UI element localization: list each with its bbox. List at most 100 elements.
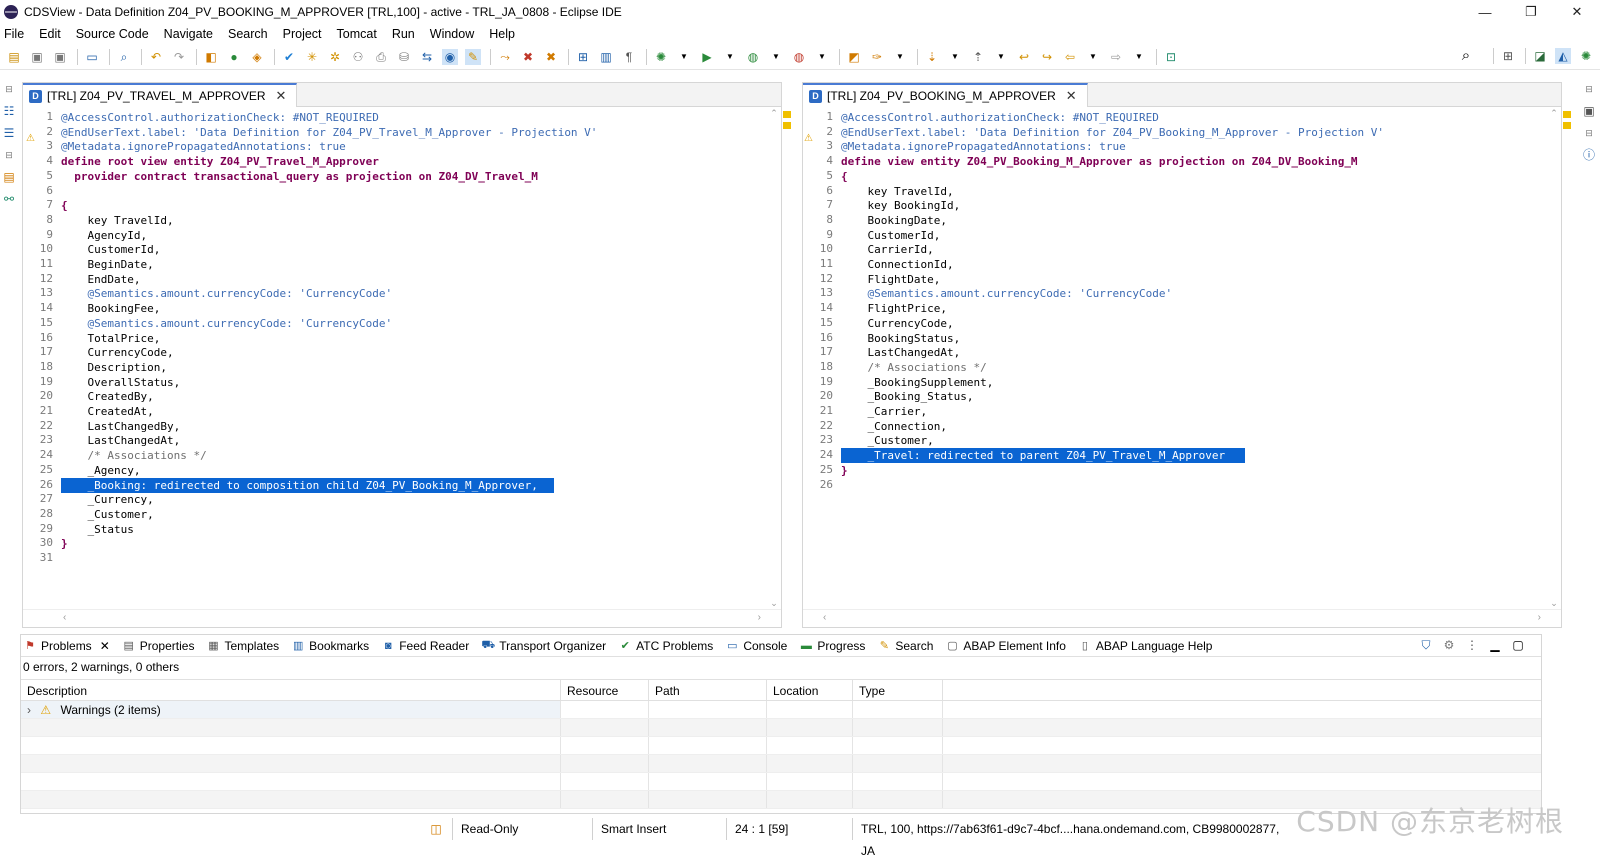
coverage-icon[interactable]: ◍ — [745, 49, 761, 65]
warning-icon[interactable]: ⚠ — [804, 133, 813, 144]
code-line[interactable]: define view entity Z04_PV_Booking_M_Appr… — [841, 154, 1358, 169]
col-location[interactable]: Location — [767, 680, 853, 700]
tab-bookmarks[interactable]: ▥ Bookmarks — [291, 635, 369, 657]
code-line[interactable]: @Semantics.amount.currencyCode: 'Currenc… — [61, 316, 392, 331]
warning-marker[interactable] — [1563, 111, 1571, 118]
filter-icon[interactable]: ⛉ — [1418, 637, 1434, 653]
code-line[interactable]: LastChangedAt, — [61, 433, 180, 448]
code-line[interactable]: key TravelId, — [841, 184, 953, 199]
code-line[interactable]: _Currency, — [61, 492, 153, 507]
tab-atc-problems[interactable]: ✔ ATC Problems — [618, 635, 714, 657]
close-icon[interactable]: ✕ — [100, 639, 110, 653]
outline-view-icon[interactable]: ☰ — [1, 125, 17, 141]
menu-run[interactable]: Run — [392, 27, 415, 41]
code-line[interactable]: CreatedAt, — [61, 404, 153, 419]
back-icon[interactable]: ⇦ — [1062, 49, 1078, 65]
col-type[interactable]: Type — [853, 680, 943, 700]
forward-icon[interactable]: ⇨ — [1108, 49, 1124, 65]
pen-icon[interactable]: ✑ — [869, 49, 885, 65]
chevron-down-icon[interactable]: ▼ — [993, 49, 1009, 65]
prev-edit-icon[interactable]: ⇡ — [970, 49, 986, 65]
code-line[interactable]: FlightPrice, — [841, 301, 946, 316]
tab-booking-approver[interactable]: D [TRL] Z04_PV_BOOKING_M_APPROVER ✕ — [803, 83, 1088, 107]
tab-travel-approver[interactable]: D [TRL] Z04_PV_TRAVEL_M_APPROVER ✕ — [23, 83, 298, 107]
next-edit-icon[interactable]: ⇣ — [924, 49, 940, 65]
link-icon[interactable]: ⇆ — [419, 49, 435, 65]
restore-view-icon[interactable]: ⊟ — [1, 147, 17, 163]
code-line[interactable]: _Status — [61, 522, 133, 537]
remove-icon[interactable]: ✖ — [520, 49, 536, 65]
close-button[interactable]: ✕ — [1554, 0, 1600, 24]
code-line[interactable]: @AccessControl.authorizationCheck: #NOT_… — [841, 110, 1159, 125]
share-icon[interactable]: ⚇ — [350, 49, 366, 65]
dependency-icon[interactable]: ⚯ — [1, 191, 17, 207]
remove-all-icon[interactable]: ✖ — [543, 49, 559, 65]
code-line[interactable]: /* Associations */ — [841, 360, 986, 375]
element-info-icon[interactable]: ⓘ — [1581, 147, 1597, 163]
code-line[interactable]: BookingDate, — [841, 213, 946, 228]
code-line[interactable]: _Travel: redirected to parent Z04_PV_Tra… — [841, 448, 1245, 464]
warning-icon[interactable]: ⚠ — [26, 133, 35, 144]
menu-tomcat[interactable]: Tomcat — [337, 27, 377, 41]
code-line[interactable]: BeginDate, — [61, 257, 153, 272]
chevron-down-icon[interactable]: ▼ — [814, 49, 830, 65]
restore-button[interactable]: ❐ — [1508, 0, 1554, 24]
run-abap-icon[interactable]: ● — [226, 49, 242, 65]
java-perspective-icon[interactable]: ◪ — [1532, 48, 1548, 64]
code-line[interactable]: @Semantics.amount.currencyCode: 'Currenc… — [61, 286, 392, 301]
tab-transport-organizer[interactable]: ⛟ Transport Organizer — [481, 635, 606, 657]
run-icon[interactable]: ▶ — [699, 49, 715, 65]
code-line[interactable]: { — [61, 198, 68, 213]
warning-marker[interactable] — [783, 111, 791, 118]
close-icon[interactable]: ✕ — [1066, 88, 1077, 104]
menu-window[interactable]: Window — [430, 27, 474, 41]
maximize-view-icon[interactable]: ▢ — [1510, 637, 1526, 653]
code-line[interactable]: @Metadata.ignorePropagatedAnnotations: t… — [61, 139, 346, 154]
code-line[interactable]: _Carrier, — [841, 404, 927, 419]
undo-icon[interactable]: ↶ — [148, 49, 164, 65]
code-area[interactable]: 1 @AccessControl.authorizationCheck: #NOT… — [803, 108, 1561, 607]
menu-edit[interactable]: Edit — [39, 27, 61, 41]
forward-history-icon[interactable]: ↪ — [1039, 49, 1055, 65]
pilcrow-icon[interactable]: ¶ — [621, 49, 637, 65]
menu-source-code[interactable]: Source Code — [76, 27, 149, 41]
col-resource[interactable]: Resource — [561, 680, 649, 700]
code-line[interactable]: @EndUserText.label: 'Data Definition for… — [61, 125, 597, 140]
tab-abap-element-info[interactable]: ▢ ABAP Element Info — [945, 635, 1066, 657]
configure-icon[interactable]: ⚙ — [1441, 637, 1457, 653]
vertical-scrollbar[interactable]: ⌃ ⌄ — [767, 108, 781, 609]
code-line[interactable]: _Booking: redirected to composition chil… — [61, 477, 554, 493]
save-icon[interactable]: ▣ — [29, 49, 45, 65]
code-line[interactable]: key BookingId, — [841, 198, 960, 213]
save-all-icon[interactable]: ▣ — [52, 49, 68, 65]
code-line[interactable]: key TravelId, — [61, 213, 173, 228]
code-line[interactable]: CurrencyCode, — [61, 345, 173, 360]
chevron-down-icon[interactable]: ▼ — [947, 49, 963, 65]
debug-perspective-icon[interactable]: ✺ — [1578, 48, 1594, 64]
chevron-down-icon[interactable]: ▼ — [1085, 49, 1101, 65]
print-icon[interactable]: ⎙ — [373, 49, 389, 65]
external-tools-icon[interactable]: ◍ — [791, 49, 807, 65]
code-line[interactable]: } — [61, 536, 68, 551]
last-edit-icon[interactable]: ↩ — [1016, 49, 1032, 65]
chevron-down-icon[interactable]: ▼ — [892, 49, 908, 65]
code-line[interactable]: @AccessControl.authorizationCheck: #NOT_… — [61, 110, 379, 125]
code-line[interactable]: AgencyId, — [61, 228, 147, 243]
activate-all-icon[interactable]: ✳ — [304, 49, 320, 65]
outline-icon[interactable]: ▥ — [598, 49, 614, 65]
minimize-button[interactable]: — — [1462, 0, 1508, 24]
code-line[interactable]: OverallStatus, — [61, 375, 180, 390]
table-row[interactable]: › ⚠ Warnings (2 items) — [21, 701, 1541, 719]
code-line[interactable]: BookingFee, — [61, 301, 160, 316]
chevron-down-icon[interactable]: ▼ — [1131, 49, 1147, 65]
highlight-icon[interactable]: ✎ — [465, 48, 481, 65]
code-line[interactable]: TotalPrice, — [61, 331, 160, 346]
transport-view-icon[interactable]: ▤ — [1, 169, 17, 185]
redo-icon[interactable]: ↷ — [171, 49, 187, 65]
search-icon[interactable]: ⌕ — [1458, 48, 1474, 64]
code-line[interactable]: _Customer, — [841, 433, 933, 448]
menu-project[interactable]: Project — [283, 27, 322, 41]
code-line[interactable]: LastChangedBy, — [61, 419, 180, 434]
code-line[interactable]: BookingStatus, — [841, 331, 960, 346]
col-description[interactable]: Description — [21, 680, 561, 700]
